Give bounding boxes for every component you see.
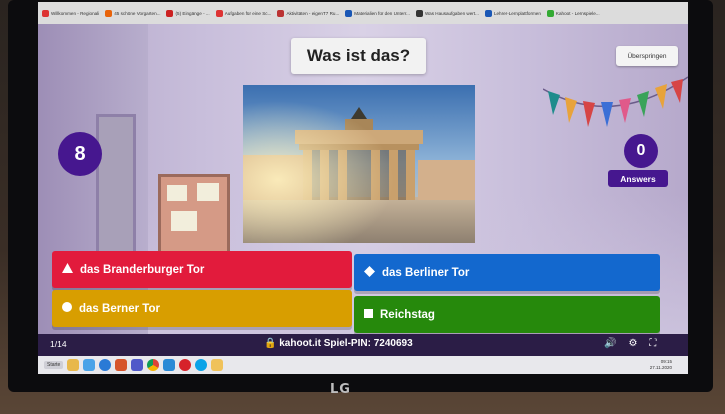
bookmark-label: Aufgaben für eine Sc...: [224, 10, 272, 16]
windows-taskbar: Starte 09:15 27.11.2020: [38, 356, 688, 374]
chrome-icon[interactable]: [147, 359, 160, 371]
bookmark-favicon-icon: [484, 9, 492, 17]
media-icon[interactable]: [83, 359, 96, 371]
pin-board: [158, 174, 230, 254]
bookmark-item[interactable]: Aufgaben für eine Sc...: [215, 9, 272, 17]
bookmark-favicon-icon: [415, 9, 423, 17]
site-name: kahoot.it: [279, 338, 321, 349]
game-pin: 🔒 kahoot.it Spiel-PIN: 7240693: [264, 338, 413, 349]
monitor-bezel: Willkommen - Regionali 45 schöne Vorgarte…: [8, 0, 713, 392]
bookmarks-bar: Willkommen - Regionali 45 schöne Vorgarte…: [38, 2, 688, 24]
bookmark-label: Willkommen - Regionali: [51, 10, 100, 16]
question-title: Was ist das?: [291, 38, 426, 74]
bookmark-item[interactable]: Willkommen - Regionali: [42, 9, 100, 17]
answer-blue[interactable]: das Berliner Tor: [354, 254, 660, 291]
answer-label: das Berliner Tor: [382, 266, 470, 279]
bookmark-item[interactable]: Lehrer-Lernplattformen: [484, 9, 541, 17]
bookmark-label: Lehrer-Lernplattformen: [493, 10, 541, 16]
answer-yellow[interactable]: das Berner Tor: [52, 290, 352, 327]
bookmark-favicon-icon: [215, 9, 223, 17]
answer-label: das Berner Tor: [79, 302, 160, 315]
paint-icon[interactable]: [115, 359, 128, 371]
edge-icon[interactable]: [99, 359, 112, 371]
photo-background: Willkommen - Regionali 45 schöne Vorgarte…: [0, 0, 725, 414]
kahoot-game-area: Was ist das? Überspringen 8 0 Answers da…: [38, 24, 688, 334]
question-counter: 1/14: [50, 339, 67, 349]
answer-label: Reichstag: [380, 308, 435, 321]
skip-button[interactable]: Überspringen: [616, 46, 678, 66]
square-icon: [364, 308, 373, 321]
screen: Willkommen - Regionali 45 schöne Vorgarte…: [38, 2, 688, 374]
circle-icon: [62, 302, 72, 315]
triangle-icon: [62, 263, 73, 276]
brandenburg-gate-image: [243, 85, 475, 243]
bookmark-label: Aktivitäten - eigenT7 Ru...: [286, 10, 340, 16]
bookmark-item[interactable]: Aktivitäten - eigenT7 Ru...: [277, 9, 340, 17]
bookmark-item[interactable]: Kahoot - Lernspiele...: [546, 9, 600, 17]
answer-green[interactable]: Reichstag: [354, 296, 660, 333]
classroom-door: [96, 114, 136, 264]
teams-icon[interactable]: [131, 359, 144, 371]
pin-label: Spiel-PIN:: [323, 338, 371, 349]
monitor-brand-logo: LG: [330, 382, 351, 397]
start-button[interactable]: Starte: [44, 361, 64, 369]
photos-icon[interactable]: [163, 359, 176, 371]
bookmark-favicon-icon: [105, 9, 113, 17]
answers-count: 0: [624, 134, 658, 168]
bookmark-label: Kahoot - Lernspiele...: [555, 10, 600, 16]
bookmark-item[interactable]: Materialien für den Unterr...: [345, 9, 410, 17]
bookmark-label: 45 schöne Vorgarten...: [114, 10, 161, 16]
fullscreen-icon[interactable]: ⛶: [649, 338, 656, 349]
answer-red[interactable]: das Branderburger Tor: [52, 251, 352, 288]
folder-icon[interactable]: [211, 359, 224, 371]
answers-label: Answers: [608, 170, 668, 187]
game-footer: 1/14 🔒 kahoot.it Spiel-PIN: 7240693 🔊 ⚙ …: [38, 334, 688, 356]
bunting-decoration: [543, 76, 688, 127]
bookmark-label: (5) Eingänge - ...: [175, 10, 210, 16]
clock-time: 09:15: [660, 359, 672, 364]
bookmark-favicon-icon: [42, 9, 49, 17]
lock-icon: 🔒: [264, 338, 277, 349]
settings-icon[interactable]: ⚙: [628, 338, 637, 349]
file-explorer-icon[interactable]: [67, 359, 80, 371]
bookmark-favicon-icon: [277, 9, 285, 17]
bookmark-item[interactable]: Was Hausaufgaben wert...: [415, 9, 479, 17]
bookmark-favicon-icon: [345, 9, 353, 17]
volume-icon[interactable]: 🔊: [604, 338, 616, 349]
countdown-timer: 8: [58, 132, 102, 176]
bookmark-item[interactable]: 45 schöne Vorgarten...: [105, 9, 161, 17]
clock-date: 27.11.2020: [649, 365, 672, 370]
opera-icon[interactable]: [179, 359, 192, 371]
bookmark-item[interactable]: (5) Eingänge - ...: [166, 9, 210, 17]
bookmark-label: Materialien für den Unterr...: [354, 10, 410, 16]
skype-icon[interactable]: [195, 359, 208, 371]
system-clock: 09:15 27.11.2020: [650, 359, 672, 371]
bookmark-label: Was Hausaufgaben wert...: [424, 10, 479, 16]
bookmark-favicon-icon: [546, 9, 554, 17]
bookmark-favicon-icon: [166, 9, 174, 17]
diamond-icon: [364, 265, 375, 280]
answer-label: das Branderburger Tor: [80, 263, 205, 276]
pin-value: 7240693: [373, 338, 413, 349]
